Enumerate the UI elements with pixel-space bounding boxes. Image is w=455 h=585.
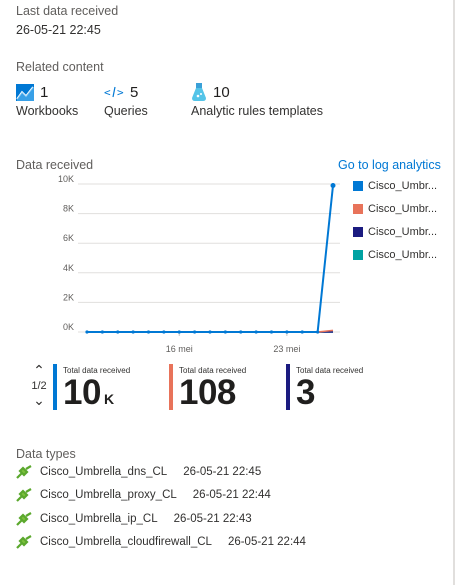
data-types-heading: Data types — [16, 447, 76, 461]
svg-text:<: < — [104, 86, 111, 99]
total-tile-3: Total data received 3 — [286, 364, 396, 412]
tile-color-bar — [169, 364, 173, 410]
data-type-name: Cisco_Umbrella_dns_CL — [40, 466, 168, 478]
legend-swatch — [353, 227, 363, 237]
data-type-name: Cisco_Umbrella_ip_CL — [40, 513, 158, 525]
related-item-queries[interactable]: < > 5 Queries — [104, 82, 148, 119]
total-tile-2: Total data received 108 — [169, 364, 279, 412]
go-to-log-analytics-link[interactable]: Go to log analytics — [338, 158, 441, 172]
data-type-row[interactable]: Cisco_Umbrella_proxy_CL 26-05-21 22:44 — [16, 488, 271, 502]
workbook-icon — [16, 83, 34, 101]
data-type-row[interactable]: Cisco_Umbrella_dns_CL 26-05-21 22:45 — [16, 465, 261, 479]
data-type-row[interactable]: Cisco_Umbrella_cloudfirewall_CL 26-05-21… — [16, 535, 306, 549]
y-tick-label: 4K — [63, 263, 74, 273]
connected-plug-icon — [16, 465, 32, 479]
x-tick-label: 23 mei — [273, 344, 300, 354]
chevron-up-icon[interactable]: ⌃ — [29, 363, 49, 377]
analytic-rules-count: 10 — [213, 83, 230, 101]
tile-value: 10 — [63, 373, 101, 412]
total-tile-1: Total data received 10 K — [53, 364, 163, 412]
svg-text:>: > — [117, 86, 124, 99]
data-point — [85, 330, 89, 334]
data-point — [330, 182, 336, 188]
data-type-row[interactable]: Cisco_Umbrella_ip_CL 26-05-21 22:43 — [16, 512, 252, 526]
data-point — [193, 330, 197, 334]
data-point — [239, 330, 243, 334]
data-point — [208, 330, 212, 334]
data-type-time: 26-05-21 22:44 — [192, 489, 271, 501]
legend-item-4[interactable]: Cisco_Umbr... — [353, 249, 437, 261]
data-type-time: 26-05-21 22:44 — [227, 536, 306, 548]
workbooks-count: 1 — [40, 83, 49, 101]
connected-plug-icon — [16, 535, 32, 549]
y-tick-label: 2K — [63, 292, 74, 302]
connected-plug-icon — [16, 512, 32, 526]
data-type-name: Cisco_Umbrella_cloudfirewall_CL — [40, 536, 212, 548]
data-point — [285, 330, 289, 334]
tile-pager: ⌃ 1/2 ⌄ — [29, 363, 49, 407]
connected-plug-icon — [16, 488, 32, 502]
data-point — [146, 330, 151, 334]
tile-color-bar — [286, 364, 290, 410]
last-data-label: Last data received — [16, 4, 119, 18]
y-tick-label: 10K — [58, 174, 74, 184]
tile-color-bar — [53, 364, 57, 410]
legend-item-1[interactable]: Cisco_Umbr... — [353, 180, 437, 192]
data-received-chart: 0K 2K 4K 6K 8K 10K 16 mei 23 mei — [58, 174, 340, 354]
legend-label: Cisco_Umbr... — [368, 249, 438, 261]
chevron-down-icon[interactable]: ⌄ — [29, 393, 49, 407]
data-point — [177, 330, 181, 334]
queries-label: Queries — [104, 104, 148, 118]
related-item-workbooks[interactable]: 1 Workbooks — [16, 82, 78, 118]
related-content-heading: Related content — [16, 60, 104, 74]
tile-value: 3 — [296, 373, 315, 412]
last-data-value: 26-05-21 22:45 — [16, 23, 101, 37]
data-point — [131, 330, 135, 334]
legend-item-2[interactable]: Cisco_Umbr... — [353, 203, 437, 215]
data-point — [254, 330, 258, 334]
x-tick-label: 16 mei — [166, 344, 193, 354]
legend-swatch — [353, 250, 363, 260]
legend-item-3[interactable]: Cisco_Umbr... — [353, 226, 437, 238]
flask-icon — [192, 83, 206, 101]
data-point — [223, 330, 227, 334]
analytic-rules-label: Analytic rules templates — [191, 104, 324, 118]
data-point — [300, 330, 304, 334]
data-type-time: 26-05-21 22:43 — [173, 513, 252, 525]
workbooks-label: Workbooks — [16, 104, 79, 118]
data-point — [162, 330, 166, 334]
y-tick-label: 0K — [63, 322, 74, 332]
data-type-name: Cisco_Umbrella_proxy_CL — [40, 489, 177, 501]
data-point — [116, 330, 120, 334]
data-point — [316, 330, 320, 334]
pager-text: 1/2 — [31, 380, 47, 392]
data-point — [100, 330, 104, 334]
legend-label: Cisco_Umbr... — [368, 180, 438, 192]
related-item-analytic-rules[interactable]: 10 Analytic rules templates — [191, 82, 323, 118]
tile-unit: K — [103, 391, 114, 407]
y-tick-label: 6K — [63, 233, 74, 243]
series-line — [87, 185, 334, 333]
query-icon: < > — [104, 86, 124, 99]
data-type-time: 26-05-21 22:45 — [183, 466, 262, 478]
legend-swatch — [353, 181, 363, 191]
data-point — [269, 330, 274, 334]
legend-label: Cisco_Umbr... — [368, 203, 438, 215]
tile-value: 108 — [179, 373, 236, 412]
queries-count: 5 — [130, 83, 139, 101]
y-tick-label: 8K — [63, 204, 74, 214]
legend-swatch — [353, 204, 363, 214]
legend-label: Cisco_Umbr... — [368, 226, 438, 238]
